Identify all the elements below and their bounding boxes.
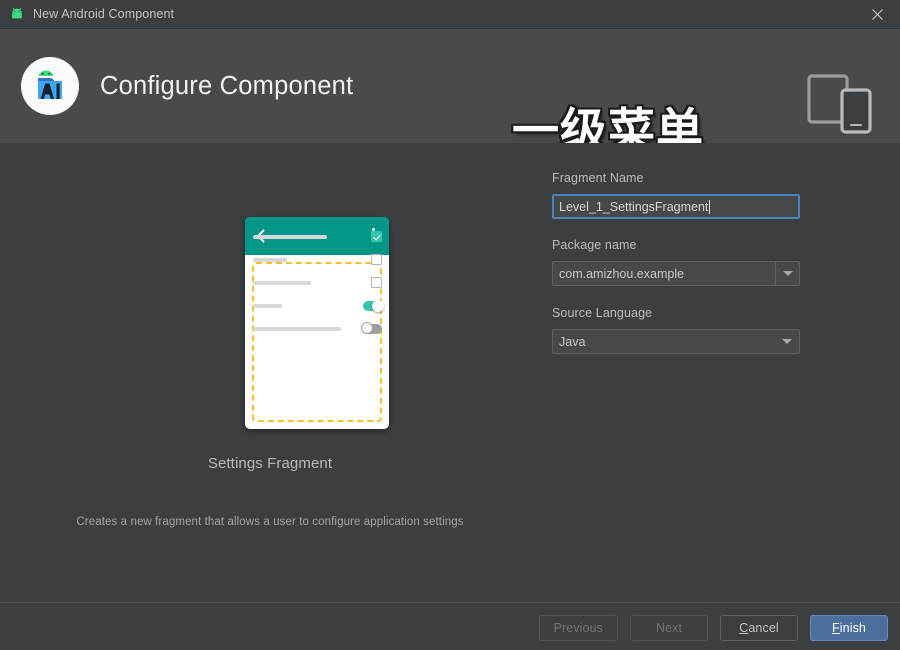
dialog-body: Settings Fragment Creates a new fragment…: [0, 143, 900, 602]
dialog-header: Configure Component 一级菜单: [0, 29, 900, 143]
annotation-overlay-text: 一级菜单: [512, 104, 704, 143]
template-preview-panel: Settings Fragment Creates a new fragment…: [0, 143, 540, 602]
wizard-button-row: Previous Next Cancel Finish: [538, 615, 888, 641]
preview-title: Settings Fragment: [207, 455, 333, 472]
previous-button[interactable]: Previous: [538, 615, 618, 641]
android-head-icon: [12, 8, 22, 19]
list-item: [253, 248, 382, 271]
package-name-value: com.amizhou.example: [559, 266, 685, 281]
package-name-combobox[interactable]: com.amizhou.example: [552, 261, 800, 286]
settings-fragment-preview: [245, 217, 389, 429]
switch-on-icon: [363, 299, 384, 312]
text-caret: [709, 199, 711, 214]
list-item: [253, 271, 382, 294]
checkbox-checked-icon: [371, 231, 382, 242]
page-title: Configure Component: [100, 71, 354, 100]
preview-settings-rows: [253, 225, 384, 340]
fragment-name-input[interactable]: Level_1_SettingsFragment: [552, 194, 800, 219]
list-item: [253, 225, 382, 248]
tablet-and-phone-icon: [807, 74, 872, 134]
android-studio-logo-icon: [21, 57, 79, 115]
fragment-name-value: Level_1_SettingsFragment: [559, 199, 709, 214]
source-language-value: Java: [559, 334, 586, 349]
package-name-label: Package name: [552, 238, 637, 252]
source-language-label: Source Language: [552, 306, 653, 320]
next-button[interactable]: Next: [630, 615, 708, 641]
dialog-footer: Previous Next Cancel Finish: [0, 602, 900, 650]
window-titlebar: New Android Component: [0, 0, 900, 29]
checkbox-unchecked-icon: [371, 254, 382, 265]
window-title: New Android Component: [33, 7, 175, 21]
close-icon: [871, 8, 883, 20]
finish-button[interactable]: Finish: [810, 615, 888, 641]
close-button[interactable]: [854, 0, 900, 28]
switch-off-icon: [361, 322, 382, 334]
list-item: [253, 294, 384, 317]
source-language-combobox[interactable]: Java: [552, 329, 800, 354]
cancel-button[interactable]: Cancel: [720, 615, 798, 641]
checkbox-unchecked-icon: [371, 277, 382, 288]
list-item: [253, 317, 382, 340]
fragment-name-label: Fragment Name: [552, 171, 644, 185]
preview-description: Creates a new fragment that allows a use…: [76, 516, 464, 528]
chevron-down-icon[interactable]: [775, 262, 799, 285]
chevron-down-icon[interactable]: [775, 330, 799, 353]
